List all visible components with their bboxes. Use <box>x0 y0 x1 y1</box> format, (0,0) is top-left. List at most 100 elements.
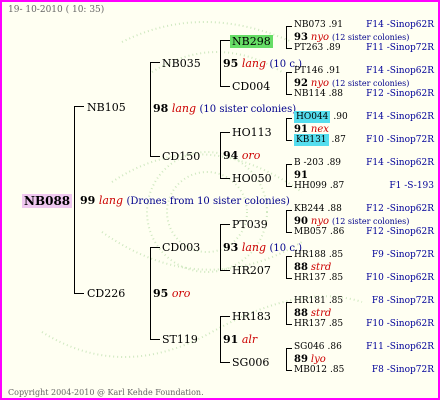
gen2-conn-bottom <box>220 86 230 87</box>
gen2-queen: 95 lang (10 c.) <box>223 57 303 70</box>
gen1-dam-conn-bottom <box>150 339 160 340</box>
gen4-row[interactable]: MB012.85 F8 -Sinop72R <box>294 366 436 375</box>
gen2-queen: 93 lang (10 c.) <box>223 241 303 254</box>
gen3-conn-tick <box>286 278 292 279</box>
gen3-queen-number: 91 <box>294 170 308 181</box>
gen2-item[interactable]: CD150 <box>162 151 200 162</box>
gen1-dam-conn-top <box>150 247 160 248</box>
gen4-row[interactable]: HO044.90 F14 -Sinop62R <box>294 111 436 123</box>
gen3-conn-tick <box>286 118 292 119</box>
gen3-item[interactable]: SG006 <box>232 357 269 368</box>
gen4-line: F1 -S-193 <box>389 181 434 191</box>
gen3-queen-note: (12 sister colonies) <box>332 33 410 42</box>
gen4-row[interactable]: B -203.89 F14 -Sinop62R <box>294 159 436 168</box>
gen2-item[interactable]: CD003 <box>162 242 200 253</box>
gen2-connector <box>220 224 221 270</box>
gen4-score: .90 <box>333 112 348 122</box>
root-connector-bottom <box>74 293 84 294</box>
gen4-score: .85 <box>328 250 344 260</box>
gen3-connector <box>286 164 287 186</box>
gen4-row[interactable]: HR137.85 F10 -Sinop62R <box>294 320 436 329</box>
gen2-item[interactable]: NB035 <box>162 58 201 69</box>
gen2-item[interactable]: ST119 <box>162 334 198 345</box>
gen4-row[interactable]: HR188.85 F9 -Sinop72R <box>294 251 436 260</box>
gen4-id: HR137 <box>294 319 326 329</box>
gen4-row[interactable]: PT263.89 F11 -Sinop72R <box>294 44 436 53</box>
gen3-item[interactable]: HR207 <box>232 265 271 276</box>
gen3-conn-tick <box>286 72 292 73</box>
gen4-line: F8 -Sinop72R <box>371 296 434 306</box>
root-queen: 99 lang (Drones from 10 sister colonies) <box>80 195 290 207</box>
gen4-row[interactable]: KB131.87 F10 -Sinop72R <box>294 134 436 146</box>
gen4-row[interactable]: NB114.88 F12 -Sinop62R <box>294 90 436 99</box>
gen4-id: HO044 <box>294 111 331 123</box>
gen3-conn-tick <box>286 48 292 49</box>
gen4-id: MB012 <box>294 365 328 375</box>
gen3-item[interactable]: PT039 <box>232 219 268 230</box>
gen3-item[interactable]: NB298 <box>230 35 273 48</box>
gen3-item[interactable]: HR183 <box>232 311 271 322</box>
gen3-connector <box>286 302 287 324</box>
gen4-id: KB131 <box>294 134 329 146</box>
gen4-score: .86 <box>330 227 345 237</box>
gen4-line: F11 -Sinop62R <box>366 342 434 352</box>
gen4-line: F10 -Sinop62R <box>366 319 434 329</box>
gen3-connector <box>286 210 287 232</box>
gen2-conn-bottom <box>220 178 230 179</box>
gen4-row[interactable]: NB073.91 F14 -Sinop62R <box>294 21 436 30</box>
root-number: 99 <box>80 194 96 207</box>
gen4-row[interactable]: HR181.85 F8 -Sinop72R <box>294 297 436 306</box>
gen1-sire-conn-top <box>150 62 160 63</box>
root-id[interactable]: NB088 <box>22 194 73 208</box>
gen4-row[interactable]: HH099.87 F1 -S-193 <box>294 182 436 191</box>
gen4-score: .85 <box>328 296 344 306</box>
gen4-score: .91 <box>326 66 341 76</box>
gen3-connector <box>286 256 287 278</box>
gen4-line: F12 -Sinop62R <box>366 204 434 214</box>
gen2-conn-top <box>220 316 230 317</box>
gen4-id: KB244 <box>294 204 325 214</box>
gen3-connector <box>286 26 287 48</box>
gen3-queen-race: strd <box>310 262 332 273</box>
gen4-line: F14 -Sinop62R <box>366 158 434 168</box>
gen3-queen-race: nyo <box>310 216 330 227</box>
gen4-line: F14 -Sinop62R <box>366 112 434 122</box>
gen4-id: HR137 <box>294 273 326 283</box>
gen4-row[interactable]: PT146.91 F14 -Sinop62R <box>294 67 436 76</box>
gen4-score: .91 <box>328 20 343 30</box>
gen3-conn-tick <box>286 186 292 187</box>
gen3-queen-race: nyo <box>310 32 330 43</box>
gen3-conn-tick <box>286 348 292 349</box>
gen1-sire-connector <box>150 62 151 156</box>
gen1-dam[interactable]: CD226 <box>87 288 125 299</box>
gen1-sire[interactable]: NB105 <box>87 102 126 113</box>
gen4-id: MB057 <box>294 227 328 237</box>
gen3-item[interactable]: CD004 <box>232 81 270 92</box>
gen3-item[interactable]: HO113 <box>232 127 272 138</box>
gen4-id: NB114 <box>294 89 326 99</box>
gen3-conn-tick <box>286 140 292 141</box>
gen4-id: HH099 <box>294 181 327 191</box>
gen3-queen-number: 88 <box>294 308 308 319</box>
gen2-connector <box>220 132 221 178</box>
gen3-queen: 88 strd <box>294 309 334 319</box>
gen3-connector <box>286 72 287 94</box>
gen4-id: HR188 <box>294 250 326 260</box>
gen3-queen-number: 92 <box>294 78 308 89</box>
gen2-conn-bottom <box>220 270 230 271</box>
gen3-item[interactable]: HO050 <box>232 173 272 184</box>
gen3-queen-number: 89 <box>294 354 308 365</box>
gen2-queen: 91 alr <box>223 333 258 346</box>
gen3-queen-note: (12 sister colonies) <box>332 217 410 226</box>
gen4-row[interactable]: MB057.86 F12 -Sinop62R <box>294 228 436 237</box>
gen2-conn-top <box>220 132 230 133</box>
gen3-conn-tick <box>286 210 292 211</box>
gen4-score: .88 <box>328 89 343 99</box>
gen4-row[interactable]: SG046.86 F11 -Sinop62R <box>294 343 436 352</box>
gen4-row[interactable]: HR137.85 F10 -Sinop62R <box>294 274 436 283</box>
gen4-id: SG046 <box>294 342 325 352</box>
gen4-row[interactable]: KB244.88 F12 -Sinop62R <box>294 205 436 214</box>
gen4-score: .89 <box>326 158 342 168</box>
gen3-queen-race: strd <box>310 308 332 319</box>
gen3-queen: 93 nyo (12 sister colonies) <box>294 33 409 43</box>
